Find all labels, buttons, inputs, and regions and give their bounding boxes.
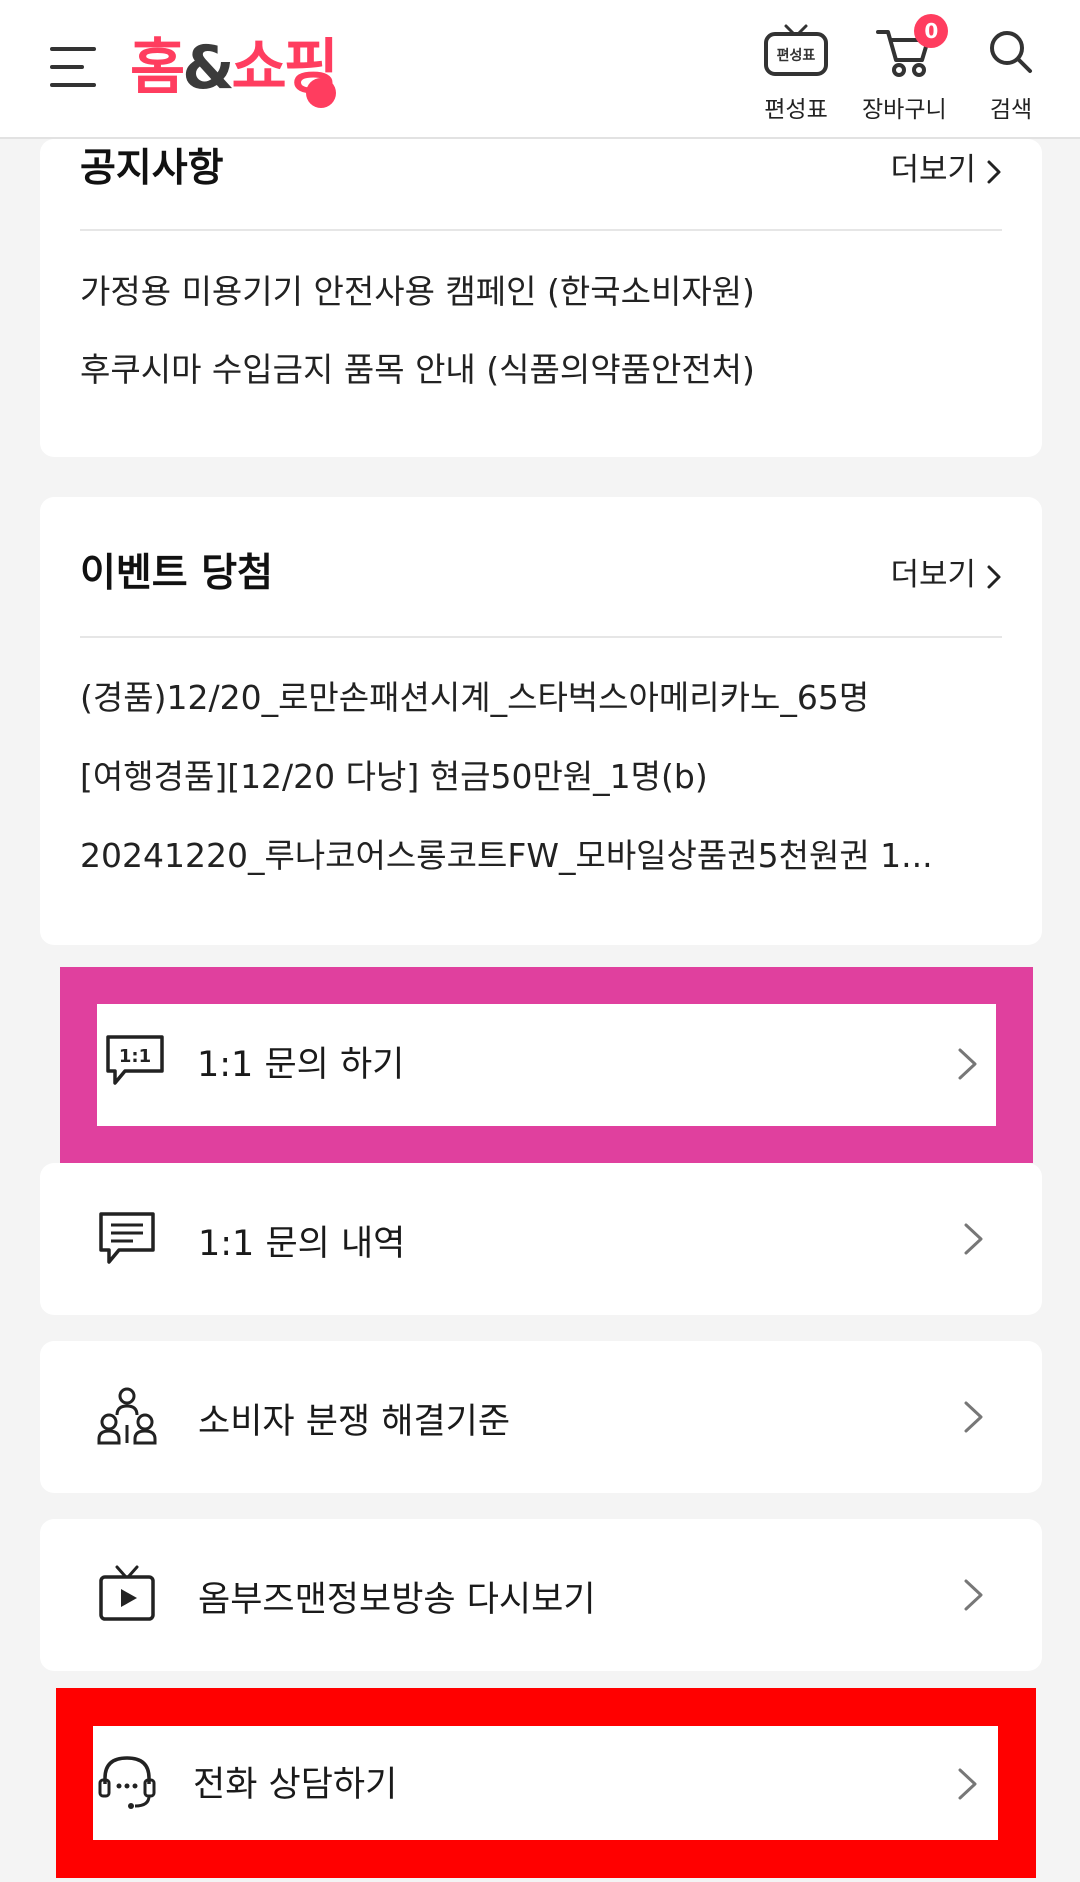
app-header: 홈&쇼핑 편성표 편성표 0 장바구니 검색 <box>0 0 1080 139</box>
dispute-standard-label: 소비자 분쟁 해결기준 <box>198 1402 511 1442</box>
event-item[interactable]: 20241220_루나코어스롱코트FW_모바일상품권5천원권 1... <box>80 829 1002 877</box>
event-more-link[interactable]: 더보기 <box>890 549 1002 594</box>
inquiry-history-label: 1:1 문의 내역 <box>198 1224 406 1264</box>
cart-count-badge: 0 <box>914 14 949 48</box>
event-item[interactable]: [여행경품][12/20 다낭] 현금50만원_1명(b) <box>80 750 1002 798</box>
notice-card: 공지사항 더보기 가정용 미용기기 안전사용 캠페인 (한국소비자원) 후쿠시마… <box>40 139 1042 457</box>
logo[interactable]: 홈&쇼핑 <box>130 26 339 110</box>
inquiry-history-row[interactable]: 1:1 문의 내역 <box>40 1163 1042 1315</box>
tv-schedule-icon: 편성표 <box>764 24 828 76</box>
inquiry-row[interactable]: 1:1 1:1 문의 하기 <box>97 1004 996 1126</box>
tv-play-icon <box>99 1565 155 1621</box>
schedule-button[interactable]: 편성표 편성표 <box>760 22 832 124</box>
event-item[interactable]: (경품)12/20_로만손패션시계_스타벅스아메리카노_65명 <box>80 671 1002 719</box>
inquiry-chat-icon: 1:1 <box>106 1035 164 1085</box>
chevron-right-icon <box>987 160 1001 183</box>
notice-title: 공지사항 <box>80 146 224 191</box>
cart-label: 장바구니 <box>862 97 947 123</box>
cart-button[interactable]: 0 장바구니 <box>862 14 949 124</box>
event-winners-card: 이벤트 당첨 더보기 (경품)12/20_로만손패션시계_스타벅스아메리카노_6… <box>40 497 1042 945</box>
chevron-right-icon <box>958 1048 977 1080</box>
inquiry-label: 1:1 문의 하기 <box>197 1045 405 1085</box>
menu-icon[interactable] <box>50 44 96 90</box>
dispute-standard-row[interactable]: 소비자 분쟁 해결기준 <box>40 1341 1042 1493</box>
ombudsman-replay-row[interactable]: 옴부즈맨정보방송 다시보기 <box>40 1519 1042 1671</box>
search-button[interactable]: 검색 <box>986 22 1036 124</box>
chevron-right-icon <box>964 1223 983 1255</box>
chevron-right-icon <box>964 1579 983 1611</box>
phone-highlight-box: 전화 상담하기 <box>56 1688 1036 1878</box>
inquiry-highlight-box: 1:1 1:1 문의 하기 <box>60 967 1033 1163</box>
notice-item[interactable]: 가정용 미용기기 안전사용 캠페인 (한국소비자원) <box>80 265 1002 313</box>
people-group-icon <box>97 1387 157 1445</box>
event-title: 이벤트 당첨 <box>80 551 273 596</box>
message-list-icon <box>99 1212 155 1264</box>
event-more-label: 더보기 <box>890 557 976 593</box>
schedule-label: 편성표 <box>764 97 828 123</box>
phone-consultation-row[interactable]: 전화 상담하기 <box>93 1726 998 1840</box>
chevron-right-icon <box>958 1768 977 1800</box>
search-icon <box>990 31 1032 73</box>
notice-card-header: 공지사항 더보기 <box>80 139 1002 231</box>
headset-icon <box>98 1756 156 1809</box>
notice-more-label: 더보기 <box>890 152 976 188</box>
search-label: 검색 <box>989 97 1033 123</box>
notice-item[interactable]: 후쿠시마 수입금지 품목 안내 (식품의약품안전처) <box>80 343 1002 391</box>
ombudsman-replay-label: 옴부즈맨정보방송 다시보기 <box>198 1580 596 1620</box>
logo-dot <box>306 78 336 108</box>
inquiry-icon-text: 1:1 <box>119 1046 151 1067</box>
phone-consultation-label: 전화 상담하기 <box>193 1765 398 1805</box>
event-card-header: 이벤트 당첨 더보기 <box>80 497 1002 638</box>
schedule-icon-text: 편성표 <box>777 47 816 64</box>
chevron-right-icon <box>964 1401 983 1433</box>
chevron-right-icon <box>987 565 1001 588</box>
notice-more-link[interactable]: 더보기 <box>890 144 1002 189</box>
